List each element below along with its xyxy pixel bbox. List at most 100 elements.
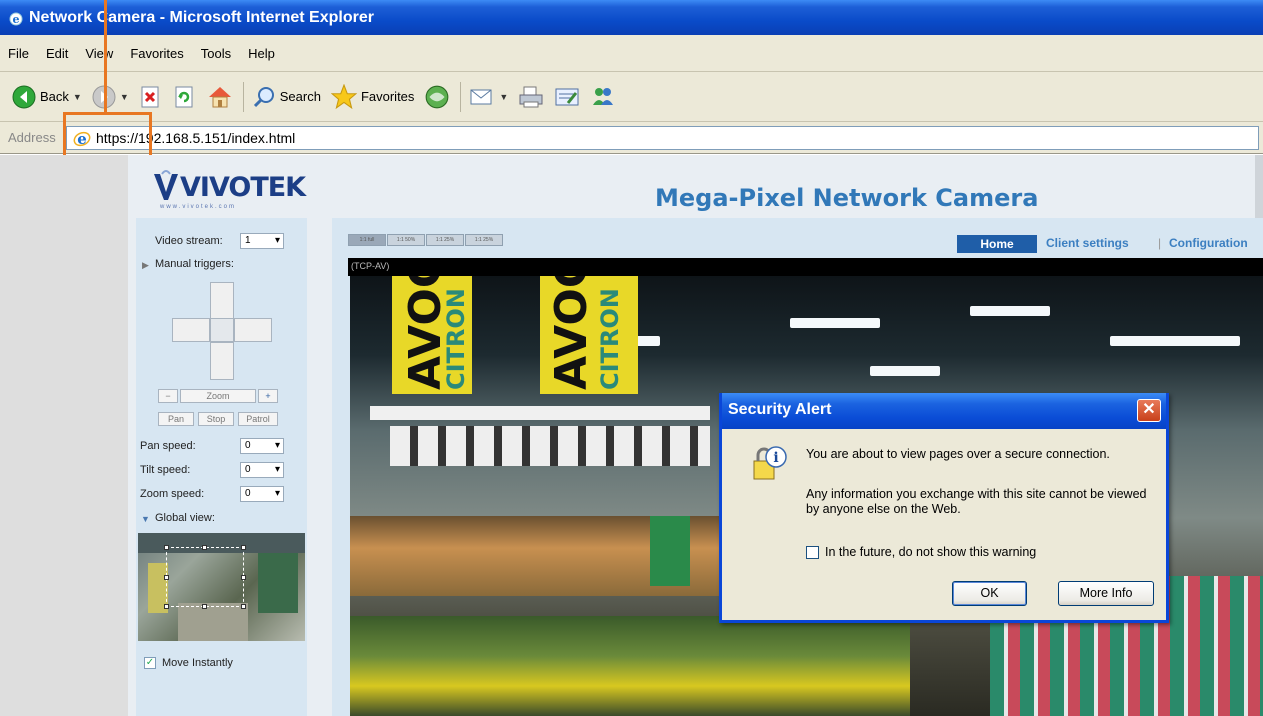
menu-view[interactable]: View bbox=[85, 46, 113, 61]
ok-button[interactable]: OK bbox=[952, 581, 1027, 606]
pan-speed-select[interactable]: 0 bbox=[240, 438, 284, 454]
pan-right-button[interactable] bbox=[234, 318, 272, 342]
page-title: Mega-Pixel Network Camera bbox=[655, 184, 1039, 212]
resize-handle[interactable] bbox=[202, 604, 207, 609]
home-button[interactable] bbox=[207, 85, 233, 109]
back-arrow-icon bbox=[12, 85, 36, 108]
menu-help[interactable]: Help bbox=[248, 46, 275, 61]
dialog-title: Security Alert bbox=[722, 393, 1166, 429]
chevron-down-icon[interactable]: ▼ bbox=[499, 92, 508, 102]
menu-tools[interactable]: Tools bbox=[201, 46, 231, 61]
vivotek-logo-url: www.vivotek.com bbox=[160, 204, 237, 210]
video-protocol-label: (TCP-AV) bbox=[348, 258, 1263, 276]
menu-edit[interactable]: Edit bbox=[46, 46, 68, 61]
resize-handle[interactable] bbox=[164, 545, 169, 550]
ceiling-light bbox=[1110, 336, 1240, 346]
resize-handle[interactable] bbox=[164, 604, 169, 609]
zoom-in-button[interactable]: + bbox=[258, 389, 278, 403]
produce-display bbox=[350, 516, 770, 596]
video-stream-label: Video stream: bbox=[155, 235, 223, 247]
global-view-label[interactable]: Global view: bbox=[155, 512, 215, 524]
back-button[interactable]: Back ▼ bbox=[12, 85, 82, 109]
mail-icon bbox=[470, 89, 492, 104]
resize-handle[interactable] bbox=[164, 575, 169, 580]
resize-handle[interactable] bbox=[241, 575, 246, 580]
messenger-button[interactable] bbox=[590, 85, 616, 109]
stream-size-tab[interactable]: 1:1 50% bbox=[387, 234, 425, 246]
home-position-button[interactable] bbox=[210, 318, 234, 342]
address-input[interactable]: e https://192.168.5.151/index.html bbox=[66, 126, 1259, 150]
menu-file[interactable]: File bbox=[8, 46, 29, 61]
nav-home-tab[interactable]: Home bbox=[957, 235, 1037, 253]
stream-size-tab[interactable]: 1:1 25% bbox=[426, 234, 464, 246]
price-sign bbox=[650, 516, 690, 586]
stream-size-tab[interactable]: 1:1 25% bbox=[465, 234, 503, 246]
chevron-down-icon[interactable]: ▼ bbox=[73, 92, 82, 102]
svg-text:e: e bbox=[13, 13, 20, 26]
dont-show-warning-option[interactable]: In the future, do not show this warning bbox=[806, 545, 1036, 559]
nav-client-settings-link[interactable]: Client settings bbox=[1046, 236, 1129, 250]
video-stream-select[interactable]: 1 bbox=[240, 233, 284, 249]
fruit-display bbox=[350, 616, 910, 716]
lock-info-icon: i bbox=[753, 446, 787, 480]
resize-handle[interactable] bbox=[241, 545, 246, 550]
stop-button[interactable] bbox=[139, 85, 163, 109]
vivotek-logo: VIVOTEK www.vivotek.com bbox=[152, 170, 312, 218]
tilt-down-button[interactable] bbox=[210, 342, 234, 380]
menu-favorites[interactable]: Favorites bbox=[130, 46, 183, 61]
store-sign-strip bbox=[370, 406, 710, 420]
search-button[interactable]: Search bbox=[252, 85, 321, 109]
ceiling-light bbox=[790, 318, 880, 328]
expand-triangle-icon[interactable]: ▶ bbox=[142, 260, 149, 271]
resize-handle[interactable] bbox=[241, 604, 246, 609]
zoom-label: Zoom bbox=[180, 389, 256, 403]
patrol-button[interactable]: Patrol bbox=[238, 412, 278, 426]
dont-show-warning-checkbox[interactable] bbox=[806, 545, 819, 559]
address-bar: Address e https://192.168.5.151/index.ht… bbox=[0, 122, 1263, 154]
print-button[interactable] bbox=[518, 85, 544, 109]
collapse-triangle-icon[interactable]: ▼ bbox=[141, 514, 150, 524]
close-button[interactable]: ✕ bbox=[1137, 399, 1161, 422]
ceiling-light bbox=[970, 306, 1050, 316]
window-title-bar: e Network Camera - Microsoft Internet Ex… bbox=[0, 0, 1263, 35]
stop-button-ptz[interactable]: Stop bbox=[198, 412, 234, 426]
favorites-button[interactable]: Favorites bbox=[330, 83, 415, 110]
banner-text: CITRON bbox=[596, 288, 624, 390]
media-button[interactable] bbox=[424, 84, 450, 110]
pan-speed-label: Pan speed: bbox=[140, 440, 196, 452]
favorites-label: Favorites bbox=[360, 89, 415, 104]
dialog-message: You are about to view pages over a secur… bbox=[806, 447, 1110, 461]
forward-button[interactable]: ▼ bbox=[92, 85, 129, 109]
move-instantly-checkbox[interactable]: ✓ bbox=[144, 657, 156, 669]
tilt-speed-label: Tilt speed: bbox=[140, 464, 191, 476]
banner-text: AVOC bbox=[546, 276, 597, 390]
back-label: Back bbox=[40, 89, 69, 104]
printer-icon bbox=[519, 86, 543, 107]
more-info-button[interactable]: More Info bbox=[1058, 581, 1154, 606]
window-title: Network Camera - Microsoft Internet Expl… bbox=[29, 8, 374, 26]
manual-triggers-label[interactable]: Manual triggers: bbox=[155, 258, 234, 270]
tilt-up-button[interactable] bbox=[210, 282, 234, 320]
menu-bar: File Edit View Favorites Tools Help bbox=[0, 35, 1263, 72]
nav-configuration-link[interactable]: Configuration bbox=[1169, 236, 1261, 250]
zoom-out-button[interactable]: − bbox=[158, 389, 178, 403]
global-view-selection-frame[interactable] bbox=[166, 547, 244, 607]
refresh-button[interactable] bbox=[173, 85, 197, 109]
resize-handle[interactable] bbox=[202, 545, 207, 550]
edit-button[interactable] bbox=[554, 85, 580, 109]
pan-left-button[interactable] bbox=[172, 318, 210, 342]
stop-icon bbox=[141, 86, 159, 107]
security-alert-dialog: Security Alert ✕ i You are about to view… bbox=[719, 393, 1169, 623]
vivotek-logo-mark-icon bbox=[154, 170, 178, 200]
star-icon bbox=[330, 83, 357, 109]
chevron-down-icon[interactable]: ▼ bbox=[120, 92, 129, 102]
home-icon bbox=[208, 86, 231, 107]
mail-button[interactable]: ▼ bbox=[469, 85, 508, 109]
search-icon bbox=[253, 86, 274, 107]
tilt-speed-select[interactable]: 0 bbox=[240, 462, 284, 478]
pan-button[interactable]: Pan bbox=[158, 412, 194, 426]
zoom-speed-select[interactable]: 0 bbox=[240, 486, 284, 502]
stream-size-tab[interactable]: 1:1 full bbox=[348, 234, 386, 246]
svg-text:i: i bbox=[773, 450, 778, 466]
global-view-image[interactable] bbox=[138, 533, 305, 641]
